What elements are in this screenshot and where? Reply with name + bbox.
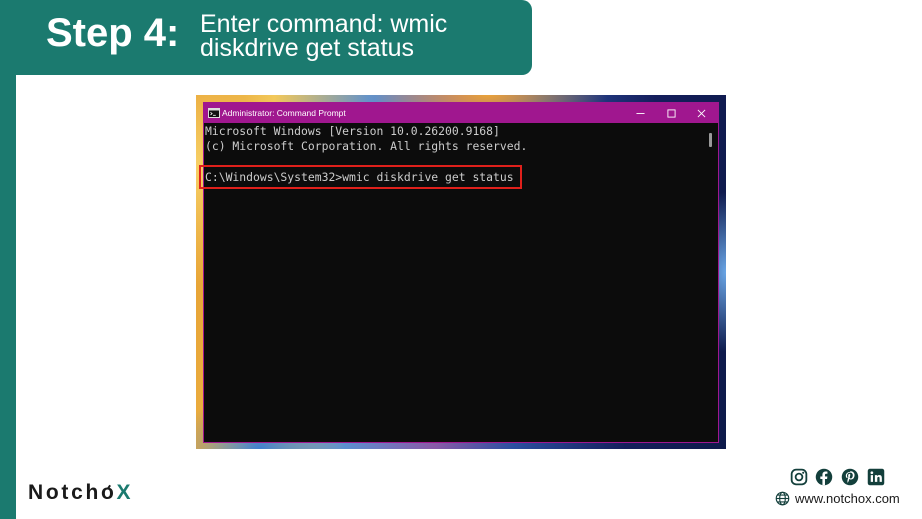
globe-icon [775,491,790,506]
step-instruction: Enter command: wmic diskdrive get status [200,10,448,62]
maximize-button[interactable] [656,103,686,123]
cmd-icon [208,108,220,118]
website-link[interactable]: www.notchox.com [795,491,900,507]
command-highlight-box [199,165,522,189]
command-prompt-window[interactable]: Administrator: Command Prompt Microsoft … [203,102,719,443]
console-version-line: Microsoft Windows [Version 10.0.26200.91… [205,123,500,138]
linkedin-icon[interactable] [867,468,885,486]
left-accent-stripe [0,0,16,519]
pinterest-icon[interactable] [841,468,859,486]
logo-accent: X [116,481,134,504]
window-title-bar[interactable]: Administrator: Command Prompt [204,103,718,123]
maximize-icon [666,108,676,118]
facebook-icon[interactable] [815,468,833,486]
step-header: Step 4: Enter command: wmic diskdrive ge… [0,0,532,75]
minimize-icon [635,112,645,114]
notchox-logo: NotchoX [28,482,133,503]
scrollbar-thumb[interactable] [709,133,712,147]
close-button[interactable] [686,103,716,123]
close-icon [697,109,705,117]
logo-text: Notch [28,481,101,504]
console-copyright-line: (c) Microsoft Corporation. All rights re… [205,139,528,153]
minimize-button[interactable] [625,103,655,123]
logo-clock-letter: o [101,481,117,504]
step-label: Step 4: [46,11,180,55]
window-title: Administrator: Command Prompt [222,108,346,118]
instagram-icon[interactable] [790,468,808,486]
